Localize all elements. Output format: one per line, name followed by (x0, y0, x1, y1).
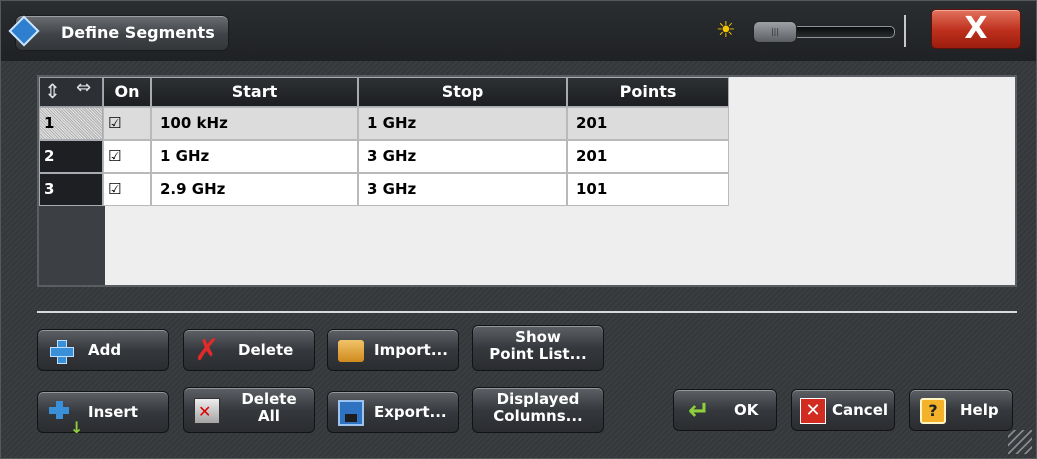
cancel-x-icon: ✕ (800, 398, 826, 424)
table-corner[interactable]: ⇕ ⇔ (39, 77, 103, 107)
points-cell[interactable]: 101 (567, 173, 729, 206)
title-bar[interactable]: Define Segments ☀ ||| X (1, 1, 1036, 61)
plus-icon (48, 338, 74, 364)
start-cell[interactable]: 1 GHz (151, 140, 358, 173)
displayed-columns-label: Displayed Columns... (473, 391, 603, 425)
points-cell[interactable]: 201 (567, 140, 729, 173)
insert-button[interactable]: ↓ Insert (37, 391, 169, 437)
column-header-start[interactable]: Start (151, 77, 358, 107)
delete-all-icon (194, 398, 220, 424)
delete-all-button[interactable]: Delete All (183, 387, 315, 433)
on-checkbox[interactable]: ☑ (103, 107, 151, 140)
show-point-list-button[interactable]: Show Point List... (472, 325, 604, 371)
ok-button[interactable]: ↵ OK (673, 389, 777, 431)
save-disk-icon (338, 400, 364, 426)
add-button[interactable]: Add (37, 329, 169, 371)
label-line: Displayed (496, 390, 580, 408)
resize-grip[interactable] (1008, 430, 1032, 454)
export-label: Export... (374, 403, 447, 421)
delete-button[interactable]: ✗ Delete (183, 329, 315, 371)
ok-label: OK (734, 401, 759, 419)
folder-icon (338, 340, 364, 362)
row-number[interactable]: 3 (39, 173, 103, 206)
brightness-sun-icon: ☀ (716, 18, 736, 43)
segments-table: ⇕ ⇔ On Start Stop Points 1 ☑ 100 kHz 1 G… (37, 75, 1017, 287)
enter-arrow-icon: ↵ (688, 396, 710, 426)
column-header-on[interactable]: On (103, 77, 151, 107)
resize-horizontal-icon: ⇔ (76, 77, 92, 98)
help-label: Help (960, 401, 999, 419)
dialog-title: Define Segments (61, 23, 215, 42)
label-line: Show (515, 328, 561, 346)
help-button[interactable]: ? Help (909, 389, 1013, 431)
export-button[interactable]: Export... (327, 391, 459, 433)
label-line: Columns... (493, 407, 583, 425)
insert-icon: ↓ (48, 400, 83, 437)
resize-vertical-icon: ⇕ (44, 79, 61, 103)
points-cell[interactable]: 201 (567, 107, 729, 140)
delete-all-label: Delete All (224, 391, 314, 425)
cancel-label: Cancel (832, 401, 889, 419)
stop-cell[interactable]: 3 GHz (358, 140, 567, 173)
import-label: Import... (374, 341, 448, 359)
on-checkbox[interactable]: ☑ (103, 173, 151, 206)
help-question-icon: ? (920, 398, 946, 424)
delete-label: Delete (238, 341, 294, 359)
start-cell[interactable]: 100 kHz (151, 107, 358, 140)
close-button[interactable]: X (931, 9, 1021, 49)
label-line: All (258, 407, 280, 425)
label-line: Delete (241, 390, 297, 408)
row-number[interactable]: 2 (39, 140, 103, 173)
button-divider (37, 311, 1017, 313)
on-checkbox[interactable]: ☑ (103, 140, 151, 173)
add-label: Add (88, 341, 122, 359)
column-header-points[interactable]: Points (567, 77, 729, 107)
title-separator (904, 15, 906, 47)
label-line: Point List... (489, 345, 587, 363)
show-point-list-label: Show Point List... (473, 329, 603, 363)
cancel-button[interactable]: ✕ Cancel (791, 389, 895, 431)
slider-thumb[interactable]: ||| (753, 21, 797, 43)
displayed-columns-button[interactable]: Displayed Columns... (472, 387, 604, 433)
row-number[interactable]: 1 (39, 107, 103, 140)
stop-cell[interactable]: 1 GHz (358, 107, 567, 140)
down-arrow-icon: ↓ (70, 418, 84, 437)
import-button[interactable]: Import... (327, 329, 459, 371)
column-header-stop[interactable]: Stop (358, 77, 567, 107)
define-segments-dialog: Define Segments ☀ ||| X ⇕ ⇔ On Start Sto… (0, 0, 1037, 459)
insert-label: Insert (88, 403, 138, 421)
start-cell[interactable]: 2.9 GHz (151, 173, 358, 206)
stop-cell[interactable]: 3 GHz (358, 173, 567, 206)
delete-x-icon: ✗ (194, 333, 220, 368)
